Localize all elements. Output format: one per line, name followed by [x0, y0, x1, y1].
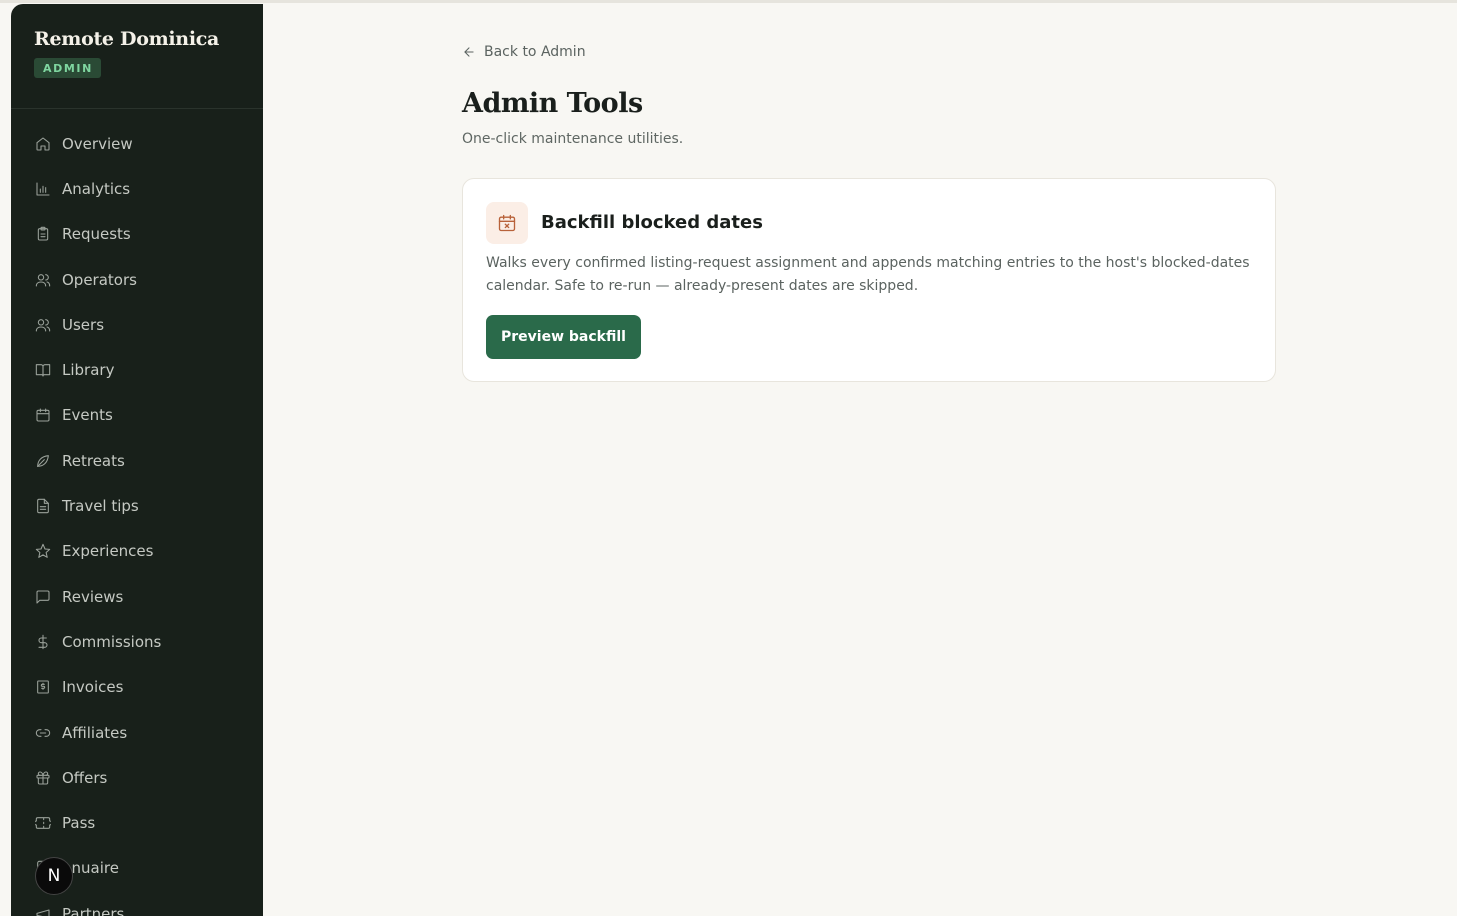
- sidebar-nav: Overview Analytics Requests Operators Us…: [11, 121, 263, 916]
- star-icon: [34, 542, 52, 560]
- message-square-icon: [34, 588, 52, 606]
- page-title: Admin Tools: [462, 88, 643, 119]
- sidebar-item-reviews[interactable]: Reviews: [11, 574, 263, 619]
- sidebar-item-label: Analytics: [62, 179, 131, 198]
- sidebar-item-label: Commissions: [62, 632, 162, 651]
- sidebar-item-label: Reviews: [62, 587, 124, 606]
- calendar-icon: [34, 406, 52, 424]
- home-icon: [34, 135, 52, 153]
- preview-backfill-button[interactable]: Preview backfill: [486, 315, 641, 359]
- receipt-icon: [34, 678, 52, 696]
- brand: Remote Dominica ADMIN: [34, 28, 219, 78]
- card-description: Walks every confirmed listing-request as…: [486, 255, 1250, 294]
- sidebar-item-label: Partners: [62, 904, 125, 916]
- leaf-icon: [34, 452, 52, 470]
- sidebar-item-events[interactable]: Events: [11, 393, 263, 438]
- clipboard-icon: [34, 225, 52, 243]
- link-icon: [34, 724, 52, 742]
- sidebar-item-label: Operators: [62, 270, 137, 289]
- sidebar-item-requests[interactable]: Requests: [11, 212, 263, 257]
- sidebar-item-operators[interactable]: Operators: [11, 257, 263, 302]
- sidebar-item-label: Library: [62, 361, 115, 380]
- sidebar-item-pass[interactable]: Pass: [11, 800, 263, 845]
- users-icon: [34, 316, 52, 334]
- sidebar-item-label: Offers: [62, 768, 108, 787]
- sidebar-item-commissions[interactable]: Commissions: [11, 619, 263, 664]
- sidebar-item-label: Experiences: [62, 542, 154, 561]
- gift-icon: [34, 769, 52, 787]
- sidebar-item-label: Pass: [62, 814, 96, 833]
- sidebar-item-retreats[interactable]: Retreats: [11, 438, 263, 483]
- sidebar-item-label: Users: [62, 315, 105, 334]
- sidebar-item-affiliates[interactable]: Affiliates: [11, 710, 263, 755]
- sidebar-item-library[interactable]: Library: [11, 347, 263, 392]
- book-open-icon: [34, 361, 52, 379]
- sidebar-item-label: Retreats: [62, 451, 125, 470]
- sidebar-item-invoices[interactable]: Invoices: [11, 665, 263, 710]
- sidebar-item-label: Events: [62, 406, 113, 425]
- back-to-admin-link[interactable]: Back to Admin: [462, 44, 586, 60]
- sidebar-divider: [11, 108, 263, 109]
- backfill-tool-card: Backfill blocked dates Walks every confi…: [462, 178, 1276, 382]
- ticket-icon: [34, 814, 52, 832]
- file-text-icon: [34, 497, 52, 515]
- megaphone-icon: [34, 905, 52, 916]
- sidebar-item-label: Overview: [62, 134, 133, 153]
- bar-chart-icon: [34, 180, 52, 198]
- back-link-label: Back to Admin: [484, 44, 586, 60]
- top-border: [0, 0, 1457, 3]
- app-window: Remote Dominica ADMIN Overview Analytics…: [0, 0, 1457, 916]
- sidebar-item-partners[interactable]: Partners: [11, 891, 263, 916]
- dollar-sign-icon: [34, 633, 52, 651]
- calendar-x-icon: [486, 202, 528, 244]
- card-title: Backfill blocked dates: [541, 212, 763, 233]
- sidebar-item-experiences[interactable]: Experiences: [11, 529, 263, 574]
- brand-title: Remote Dominica: [34, 28, 220, 50]
- sidebar-item-travel-tips[interactable]: Travel tips: [11, 483, 263, 528]
- sidebar-item-offers[interactable]: Offers: [11, 755, 263, 800]
- floating-avatar-button[interactable]: N: [35, 857, 73, 895]
- sidebar-item-label: Invoices: [62, 678, 124, 697]
- admin-badge: ADMIN: [34, 58, 101, 78]
- sidebar-item-users[interactable]: Users: [11, 302, 263, 347]
- arrow-left-icon: [464, 47, 474, 57]
- sidebar-item-label: Requests: [62, 225, 131, 244]
- sidebar-item-label: Travel tips: [62, 497, 139, 516]
- sidebar: Remote Dominica ADMIN Overview Analytics…: [11, 4, 263, 916]
- page-subtitle: One-click maintenance utilities.: [462, 131, 684, 147]
- users-icon: [34, 271, 52, 289]
- sidebar-item-analytics[interactable]: Analytics: [11, 166, 263, 211]
- sidebar-item-label: Affiliates: [62, 723, 128, 742]
- sidebar-item-overview[interactable]: Overview: [11, 121, 263, 166]
